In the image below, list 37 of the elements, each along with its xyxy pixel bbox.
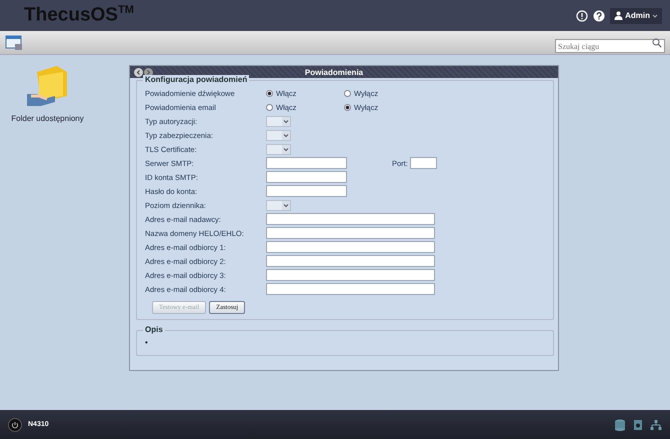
caret-icon — [282, 200, 290, 210]
input-field[interactable] — [266, 255, 435, 267]
input-field[interactable] — [266, 171, 347, 183]
power-button[interactable] — [8, 418, 22, 432]
icon-label: Folder udostępniony — [11, 114, 84, 123]
input-field[interactable] — [266, 269, 435, 281]
input-field[interactable] — [266, 213, 435, 225]
help-icon[interactable] — [593, 10, 606, 22]
input-field[interactable] — [266, 185, 347, 197]
dropdown[interactable] — [266, 200, 291, 210]
section-title: Konfiguracja powiadomień — [143, 75, 250, 84]
user-menu[interactable]: Admin — [610, 8, 662, 24]
network-icon[interactable] — [650, 418, 662, 430]
input-field[interactable] — [266, 241, 435, 253]
input-field[interactable] — [266, 283, 435, 295]
input-field[interactable] — [266, 227, 435, 239]
window-icon[interactable] — [5, 34, 23, 50]
user-icon — [614, 11, 624, 20]
section-title: Opis — [143, 325, 165, 334]
alert-icon[interactable] — [576, 10, 588, 22]
database-icon[interactable] — [614, 418, 626, 430]
caret-icon — [652, 12, 658, 18]
input-field[interactable] — [266, 157, 347, 169]
port-field[interactable] — [410, 157, 437, 169]
dropdown[interactable] — [266, 116, 291, 126]
logo: ThecusOS$^{TM}$ — [24, 4, 135, 27]
search-field[interactable]: Szukaj ciągu — [555, 39, 665, 53]
power-icon — [11, 420, 19, 428]
caret-icon — [282, 144, 290, 154]
dropdown[interactable] — [266, 130, 291, 140]
bullet: • — [145, 337, 149, 349]
window-title: Powiadomienia — [304, 68, 364, 76]
caret-icon — [282, 116, 290, 126]
caret-icon — [282, 130, 290, 140]
dropdown[interactable] — [266, 144, 291, 154]
search-icon[interactable] — [652, 38, 662, 48]
back-icon[interactable] — [134, 68, 143, 76]
